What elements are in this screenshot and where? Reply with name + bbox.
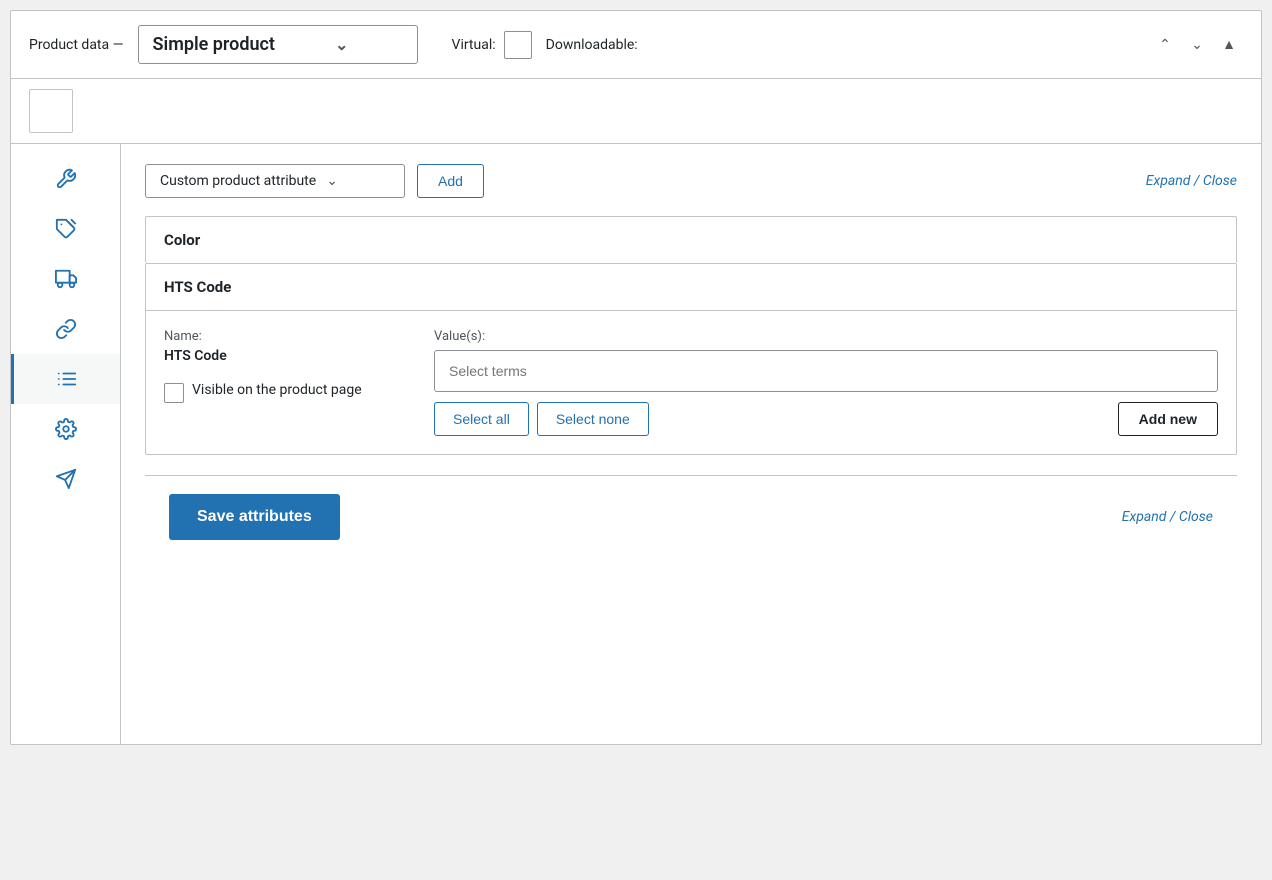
name-value: HTS Code <box>164 348 404 364</box>
attribute-type-label: Custom product attribute <box>160 173 316 189</box>
nav-down-icon[interactable]: ⌄ <box>1183 31 1211 59</box>
expand-close-link-bottom[interactable]: Expand / Close <box>1122 509 1213 525</box>
nav-up-solid-icon[interactable]: ▲ <box>1215 31 1243 59</box>
tags-icon <box>55 218 77 240</box>
sidebar <box>11 144 121 744</box>
nav-up-icon[interactable]: ⌃ <box>1151 31 1179 59</box>
hts-code-attribute-body: Name: HTS Code Visible on the product pa… <box>146 311 1236 454</box>
product-type-select[interactable]: Simple product ⌄ <box>138 25 418 64</box>
hts-code-attribute-section: HTS Code Name: HTS Code Visible on the p… <box>145 263 1237 455</box>
attr-right-panel: Value(s): Select all Select none Add new <box>434 329 1218 436</box>
chevron-down-icon: ⌄ <box>326 173 338 189</box>
nav-arrows: ⌃ ⌄ ▲ <box>1151 31 1243 59</box>
content-area: Custom product attribute ⌄ Add Expand / … <box>121 144 1261 744</box>
list-icon <box>56 368 78 390</box>
sidebar-item-custom[interactable] <box>11 454 120 504</box>
hts-code-attribute-header[interactable]: HTS Code <box>146 264 1236 311</box>
attr-toolbar: Custom product attribute ⌄ Add Expand / … <box>145 164 1237 198</box>
sidebar-item-tags[interactable] <box>11 204 120 254</box>
gear-icon <box>55 418 77 440</box>
attribute-type-select[interactable]: Custom product attribute ⌄ <box>145 164 405 198</box>
visible-label: Visible on the product page <box>192 382 362 398</box>
color-attribute-section: Color <box>145 216 1237 263</box>
expand-close-link-top[interactable]: Expand / Close <box>1146 173 1237 189</box>
custom-icon <box>55 468 77 490</box>
sidebar-item-general[interactable] <box>11 154 120 204</box>
save-attributes-button[interactable]: Save attributes <box>169 494 340 540</box>
chevron-down-icon: ⌄ <box>335 35 348 54</box>
add-new-button[interactable]: Add new <box>1118 402 1218 436</box>
wrench-icon <box>55 168 77 190</box>
sidebar-item-linked[interactable] <box>11 304 120 354</box>
select-terms-input[interactable] <box>434 350 1218 392</box>
top-icon-box <box>29 89 73 133</box>
sidebar-item-advanced[interactable] <box>11 404 120 454</box>
values-label: Value(s): <box>434 329 1218 344</box>
values-actions: Select all Select none Add new <box>434 402 1218 436</box>
link-icon <box>55 318 77 340</box>
product-data-label: Product data — <box>29 37 124 53</box>
attr-left-panel: Name: HTS Code Visible on the product pa… <box>164 329 404 436</box>
visible-row: Visible on the product page <box>164 382 404 403</box>
add-attribute-button[interactable]: Add <box>417 164 484 198</box>
bottom-bar: Save attributes Expand / Close <box>145 475 1237 558</box>
select-all-button[interactable]: Select all <box>434 402 529 436</box>
name-label: Name: <box>164 329 404 344</box>
sidebar-item-shipping[interactable] <box>11 254 120 304</box>
select-none-button[interactable]: Select none <box>537 402 649 436</box>
virtual-label: Virtual: <box>452 37 496 53</box>
color-attribute-header[interactable]: Color <box>146 217 1236 263</box>
truck-icon <box>55 268 77 290</box>
product-type-value: Simple product <box>153 34 275 55</box>
downloadable-label: Downloadable: <box>546 37 638 53</box>
sidebar-item-attributes[interactable] <box>11 354 120 404</box>
visible-checkbox[interactable] <box>164 383 184 403</box>
virtual-checkbox[interactable] <box>504 31 532 59</box>
